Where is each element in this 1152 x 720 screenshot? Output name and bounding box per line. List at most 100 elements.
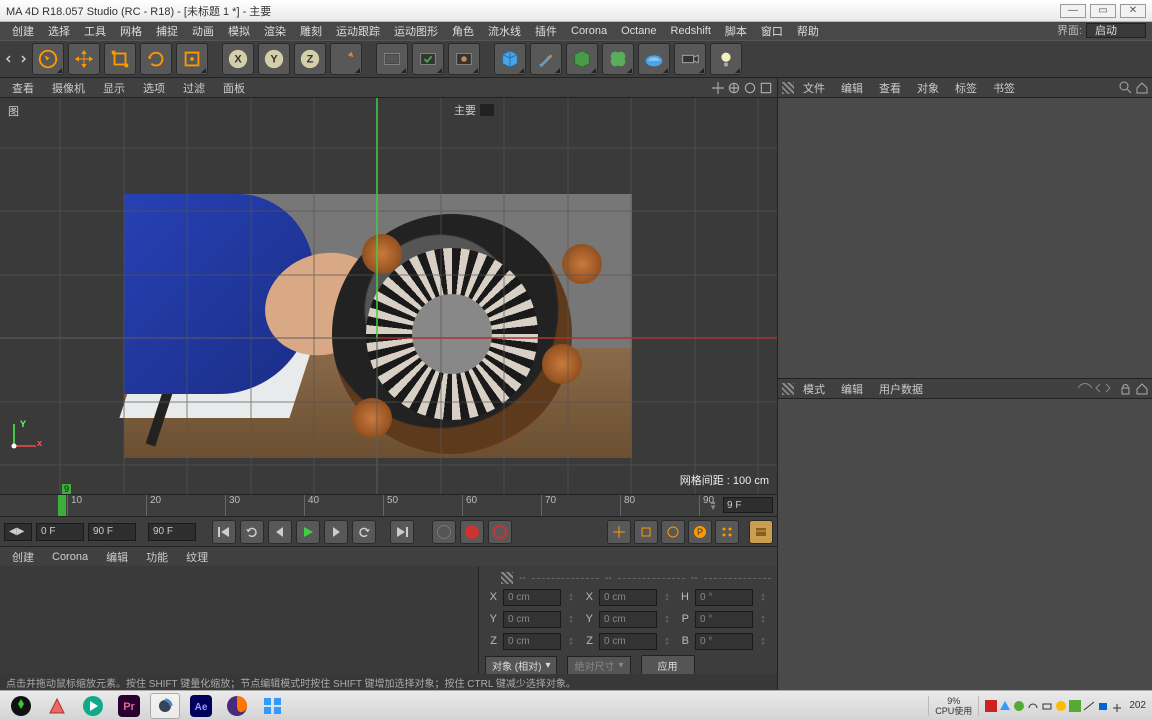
rot-h-field[interactable]: 0 ° xyxy=(695,589,753,606)
vp-menu-panel[interactable]: 面板 xyxy=(215,80,253,96)
timeline-playhead[interactable] xyxy=(58,495,66,516)
primitive-cube-button[interactable] xyxy=(494,43,526,75)
vp-zoom-icon[interactable] xyxy=(727,81,741,95)
timeline-ruler[interactable]: 9 10 20 30 40 50 60 70 80 90 ▲▼ 9 F xyxy=(0,494,777,516)
timeline-end-spinner[interactable]: ▲▼ xyxy=(709,499,717,511)
apply-button[interactable]: 应用 xyxy=(641,655,695,676)
attribute-manager-body[interactable] xyxy=(778,399,1152,690)
z-axis-lock[interactable]: Z xyxy=(294,43,326,75)
menu-select[interactable]: 选择 xyxy=(42,23,76,39)
obj-menu-view[interactable]: 查看 xyxy=(872,80,908,96)
vp-menu-display[interactable]: 显示 xyxy=(95,80,133,96)
lock-icon[interactable] xyxy=(1119,382,1132,395)
menu-simulate[interactable]: 模拟 xyxy=(222,23,256,39)
taskbar-premiere[interactable]: Pr xyxy=(114,693,144,719)
goto-end-button[interactable] xyxy=(390,520,414,544)
size-x-field[interactable]: 0 cm xyxy=(599,589,657,606)
attr-menu-userdata[interactable]: 用户数据 xyxy=(872,381,930,397)
menu-sculpt[interactable]: 雕刻 xyxy=(294,23,328,39)
taskbar-app-3[interactable] xyxy=(78,693,108,719)
menu-help[interactable]: 帮助 xyxy=(791,23,825,39)
material-manager-body[interactable] xyxy=(0,566,478,674)
vp-menu-camera[interactable]: 摄像机 xyxy=(44,80,93,96)
menu-character[interactable]: 角色 xyxy=(446,23,480,39)
mat-menu-edit[interactable]: 编辑 xyxy=(98,549,136,565)
menu-animate[interactable]: 动画 xyxy=(186,23,220,39)
obj-menu-object[interactable]: 对象 xyxy=(910,80,946,96)
menu-window[interactable]: 窗口 xyxy=(755,23,789,39)
goto-start-button[interactable] xyxy=(212,520,236,544)
attr-menu-mode[interactable]: 模式 xyxy=(796,381,832,397)
prev-frame-button[interactable] xyxy=(268,520,292,544)
grip-icon[interactable] xyxy=(782,383,794,395)
vp-menu-options[interactable]: 选项 xyxy=(135,80,173,96)
object-manager-body[interactable] xyxy=(778,98,1152,378)
interface-dropdown[interactable]: 启动 xyxy=(1086,23,1146,38)
play-button[interactable] xyxy=(296,520,320,544)
live-select-tool[interactable] xyxy=(32,43,64,75)
obj-menu-edit[interactable]: 编辑 xyxy=(834,80,870,96)
render-settings-button[interactable] xyxy=(376,43,408,75)
close-button[interactable]: ✕ xyxy=(1120,4,1146,18)
range-scrub[interactable]: ◀▶ xyxy=(4,523,32,541)
next-key-button[interactable] xyxy=(352,520,376,544)
prev-key-button[interactable] xyxy=(240,520,264,544)
opt-move-button[interactable] xyxy=(607,520,631,544)
render-view-button[interactable] xyxy=(412,43,444,75)
mat-menu-corona[interactable]: Corona xyxy=(44,551,96,563)
attr-menu-edit[interactable]: 编辑 xyxy=(834,381,870,397)
tray-icons[interactable] xyxy=(985,700,1123,712)
menu-mograph[interactable]: 运动图形 xyxy=(388,23,444,39)
rotate-tool[interactable] xyxy=(140,43,172,75)
taskbar-app-1[interactable] xyxy=(6,693,36,719)
pos-y-field[interactable]: 0 cm xyxy=(503,611,561,628)
undo-button[interactable] xyxy=(4,43,14,75)
attr-nav-icons[interactable] xyxy=(1076,382,1116,393)
vp-rotate-icon[interactable] xyxy=(743,81,757,95)
opt-rotate-button[interactable] xyxy=(661,520,685,544)
menu-snap[interactable]: 捕捉 xyxy=(150,23,184,39)
opt-pla-button[interactable] xyxy=(715,520,739,544)
environment-button[interactable] xyxy=(638,43,670,75)
menu-script[interactable]: 脚本 xyxy=(719,23,753,39)
search-icon[interactable] xyxy=(1119,81,1132,94)
menu-mesh[interactable]: 网格 xyxy=(114,23,148,39)
obj-menu-tags[interactable]: 标签 xyxy=(948,80,984,96)
size-y-field[interactable]: 0 cm xyxy=(599,611,657,628)
menu-render[interactable]: 渲染 xyxy=(258,23,292,39)
menu-octane[interactable]: Octane xyxy=(615,25,662,37)
taskbar-app-2[interactable] xyxy=(42,693,72,719)
render-picture-button[interactable] xyxy=(448,43,480,75)
menu-plugins[interactable]: 插件 xyxy=(529,23,563,39)
grip-icon[interactable] xyxy=(782,82,794,94)
menu-redshift[interactable]: Redshift xyxy=(665,25,717,37)
mat-menu-func[interactable]: 功能 xyxy=(138,549,176,565)
size-z-field[interactable]: 0 cm xyxy=(599,633,657,650)
range-start-field[interactable]: 0 F xyxy=(36,523,84,541)
menu-tools[interactable]: 工具 xyxy=(78,23,112,39)
light-button[interactable] xyxy=(710,43,742,75)
vp-maximize-icon[interactable] xyxy=(759,81,773,95)
cpu-meter[interactable]: 9%CPU使用 xyxy=(928,696,979,716)
display-end-field[interactable]: 90 F xyxy=(148,523,196,541)
opt-param-button[interactable]: P xyxy=(688,520,712,544)
timeline-end-field[interactable]: 9 F xyxy=(723,497,773,513)
pos-x-field[interactable]: 0 cm xyxy=(503,589,561,606)
generator-button[interactable] xyxy=(566,43,598,75)
rot-b-field[interactable]: 0 ° xyxy=(695,633,753,650)
taskbar-explorer[interactable] xyxy=(258,693,288,719)
move-tool[interactable] xyxy=(68,43,100,75)
scale-tool[interactable] xyxy=(104,43,136,75)
home-icon[interactable] xyxy=(1135,382,1148,395)
last-tool[interactable] xyxy=(176,43,208,75)
taskbar-cinema4d[interactable] xyxy=(150,693,180,719)
home-icon[interactable] xyxy=(1135,81,1148,94)
menu-create[interactable]: 创建 xyxy=(6,23,40,39)
menu-pipeline[interactable]: 流水线 xyxy=(482,23,527,39)
camera-button[interactable] xyxy=(674,43,706,75)
obj-menu-file[interactable]: 文件 xyxy=(796,80,832,96)
deformer-button[interactable] xyxy=(602,43,634,75)
coord-system-tool[interactable] xyxy=(330,43,362,75)
maximize-button[interactable]: ▭ xyxy=(1090,4,1116,18)
autokey-button[interactable] xyxy=(460,520,484,544)
